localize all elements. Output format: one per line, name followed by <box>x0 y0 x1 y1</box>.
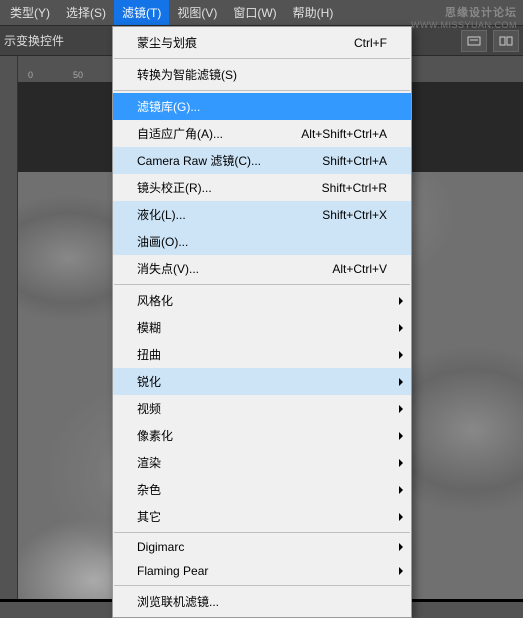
submenu-arrow-icon <box>399 405 403 413</box>
menu-item-label: 转换为智能滤镜(S) <box>137 66 237 83</box>
menu-item-label: 渲染 <box>137 454 161 471</box>
menu-3[interactable]: 视图(V) <box>169 0 225 25</box>
menu-2[interactable]: 滤镜(T) <box>114 0 169 25</box>
menu-item[interactable]: 模糊 <box>113 314 411 341</box>
menu-item-label: 锐化 <box>137 373 161 390</box>
menu-item-label: 杂色 <box>137 481 161 498</box>
menu-item[interactable]: Digimarc <box>113 535 411 559</box>
menu-item-shortcut: Shift+Ctrl+R <box>322 181 387 195</box>
menu-item[interactable]: 滤镜库(G)... <box>113 93 411 120</box>
menu-item-label: Camera Raw 滤镜(C)... <box>137 152 261 169</box>
submenu-arrow-icon <box>399 324 403 332</box>
ruler-vertical <box>0 82 18 602</box>
menu-separator <box>114 90 410 91</box>
menu-item[interactable]: 杂色 <box>113 476 411 503</box>
submenu-arrow-icon <box>399 459 403 467</box>
menu-item-label: 风格化 <box>137 292 173 309</box>
menu-item-shortcut: Shift+Ctrl+X <box>322 208 387 222</box>
menu-item-label: 其它 <box>137 508 161 525</box>
menu-item-label: 镜头校正(R)... <box>137 179 212 196</box>
menu-4[interactable]: 窗口(W) <box>225 0 284 25</box>
menu-item[interactable]: 蒙尘与划痕 Ctrl+F <box>113 29 411 56</box>
menu-item[interactable]: Camera Raw 滤镜(C)... Shift+Ctrl+A <box>113 147 411 174</box>
submenu-arrow-icon <box>399 567 403 575</box>
menu-item[interactable]: 视频 <box>113 395 411 422</box>
menu-separator <box>114 284 410 285</box>
menu-item-label: 像素化 <box>137 427 173 444</box>
menu-item-label: 扭曲 <box>137 346 161 363</box>
menu-item[interactable]: 油画(O)... <box>113 228 411 255</box>
menu-separator <box>114 585 410 586</box>
filter-menu-dropdown: 蒙尘与划痕 Ctrl+F 转换为智能滤镜(S) 滤镜库(G)... 自适应广角(A)..… <box>112 26 412 618</box>
menu-item-label: 液化(L)... <box>137 206 186 223</box>
menu-separator <box>114 58 410 59</box>
submenu-arrow-icon <box>399 351 403 359</box>
submenu-arrow-icon <box>399 513 403 521</box>
menu-item[interactable]: 消失点(V)... Alt+Ctrl+V <box>113 255 411 282</box>
watermark: 思缘设计论坛 WWW.MISSYUAN.COM <box>411 4 517 30</box>
menu-item[interactable]: 锐化 <box>113 368 411 395</box>
menu-item[interactable]: 液化(L)... Shift+Ctrl+X <box>113 201 411 228</box>
menu-item[interactable]: 像素化 <box>113 422 411 449</box>
menu-item-label: 模糊 <box>137 319 161 336</box>
submenu-arrow-icon <box>399 378 403 386</box>
menu-item[interactable]: 自适应广角(A)... Alt+Shift+Ctrl+A <box>113 120 411 147</box>
menu-item-shortcut: Alt+Ctrl+V <box>332 262 387 276</box>
menu-item-label: 视频 <box>137 400 161 417</box>
menu-0[interactable]: 类型(Y) <box>2 0 58 25</box>
menu-item-label: 蒙尘与划痕 <box>137 34 197 51</box>
menu-item[interactable]: 风格化 <box>113 287 411 314</box>
menu-1[interactable]: 选择(S) <box>58 0 114 25</box>
menu-item-label: Digimarc <box>137 540 184 554</box>
menu-item-label: 消失点(V)... <box>137 260 199 277</box>
toolbar-button-1[interactable] <box>461 30 487 52</box>
menu-item[interactable]: Flaming Pear <box>113 559 411 583</box>
menu-item[interactable]: 其它 <box>113 503 411 530</box>
submenu-arrow-icon <box>399 432 403 440</box>
menu-5[interactable]: 帮助(H) <box>285 0 342 25</box>
submenu-arrow-icon <box>399 297 403 305</box>
menu-item[interactable]: 扭曲 <box>113 341 411 368</box>
menu-item[interactable]: 渲染 <box>113 449 411 476</box>
menu-item[interactable]: 转换为智能滤镜(S) <box>113 61 411 88</box>
menu-item-shortcut: Ctrl+F <box>354 36 387 50</box>
menu-item-label: Flaming Pear <box>137 564 208 578</box>
menu-separator <box>114 532 410 533</box>
ruler-corner <box>0 56 18 82</box>
menu-item-label: 油画(O)... <box>137 233 188 250</box>
menu-item-shortcut: Alt+Shift+Ctrl+A <box>301 127 387 141</box>
menu-item-label: 滤镜库(G)... <box>137 98 200 115</box>
menu-item[interactable]: 镜头校正(R)... Shift+Ctrl+R <box>113 174 411 201</box>
menu-item-shortcut: Shift+Ctrl+A <box>322 154 387 168</box>
menu-item-label: 自适应广角(A)... <box>137 125 223 142</box>
submenu-arrow-icon <box>399 486 403 494</box>
toolbar-label: 示变换控件 <box>4 32 64 49</box>
submenu-arrow-icon <box>399 543 403 551</box>
toolbar-button-2[interactable] <box>493 30 519 52</box>
